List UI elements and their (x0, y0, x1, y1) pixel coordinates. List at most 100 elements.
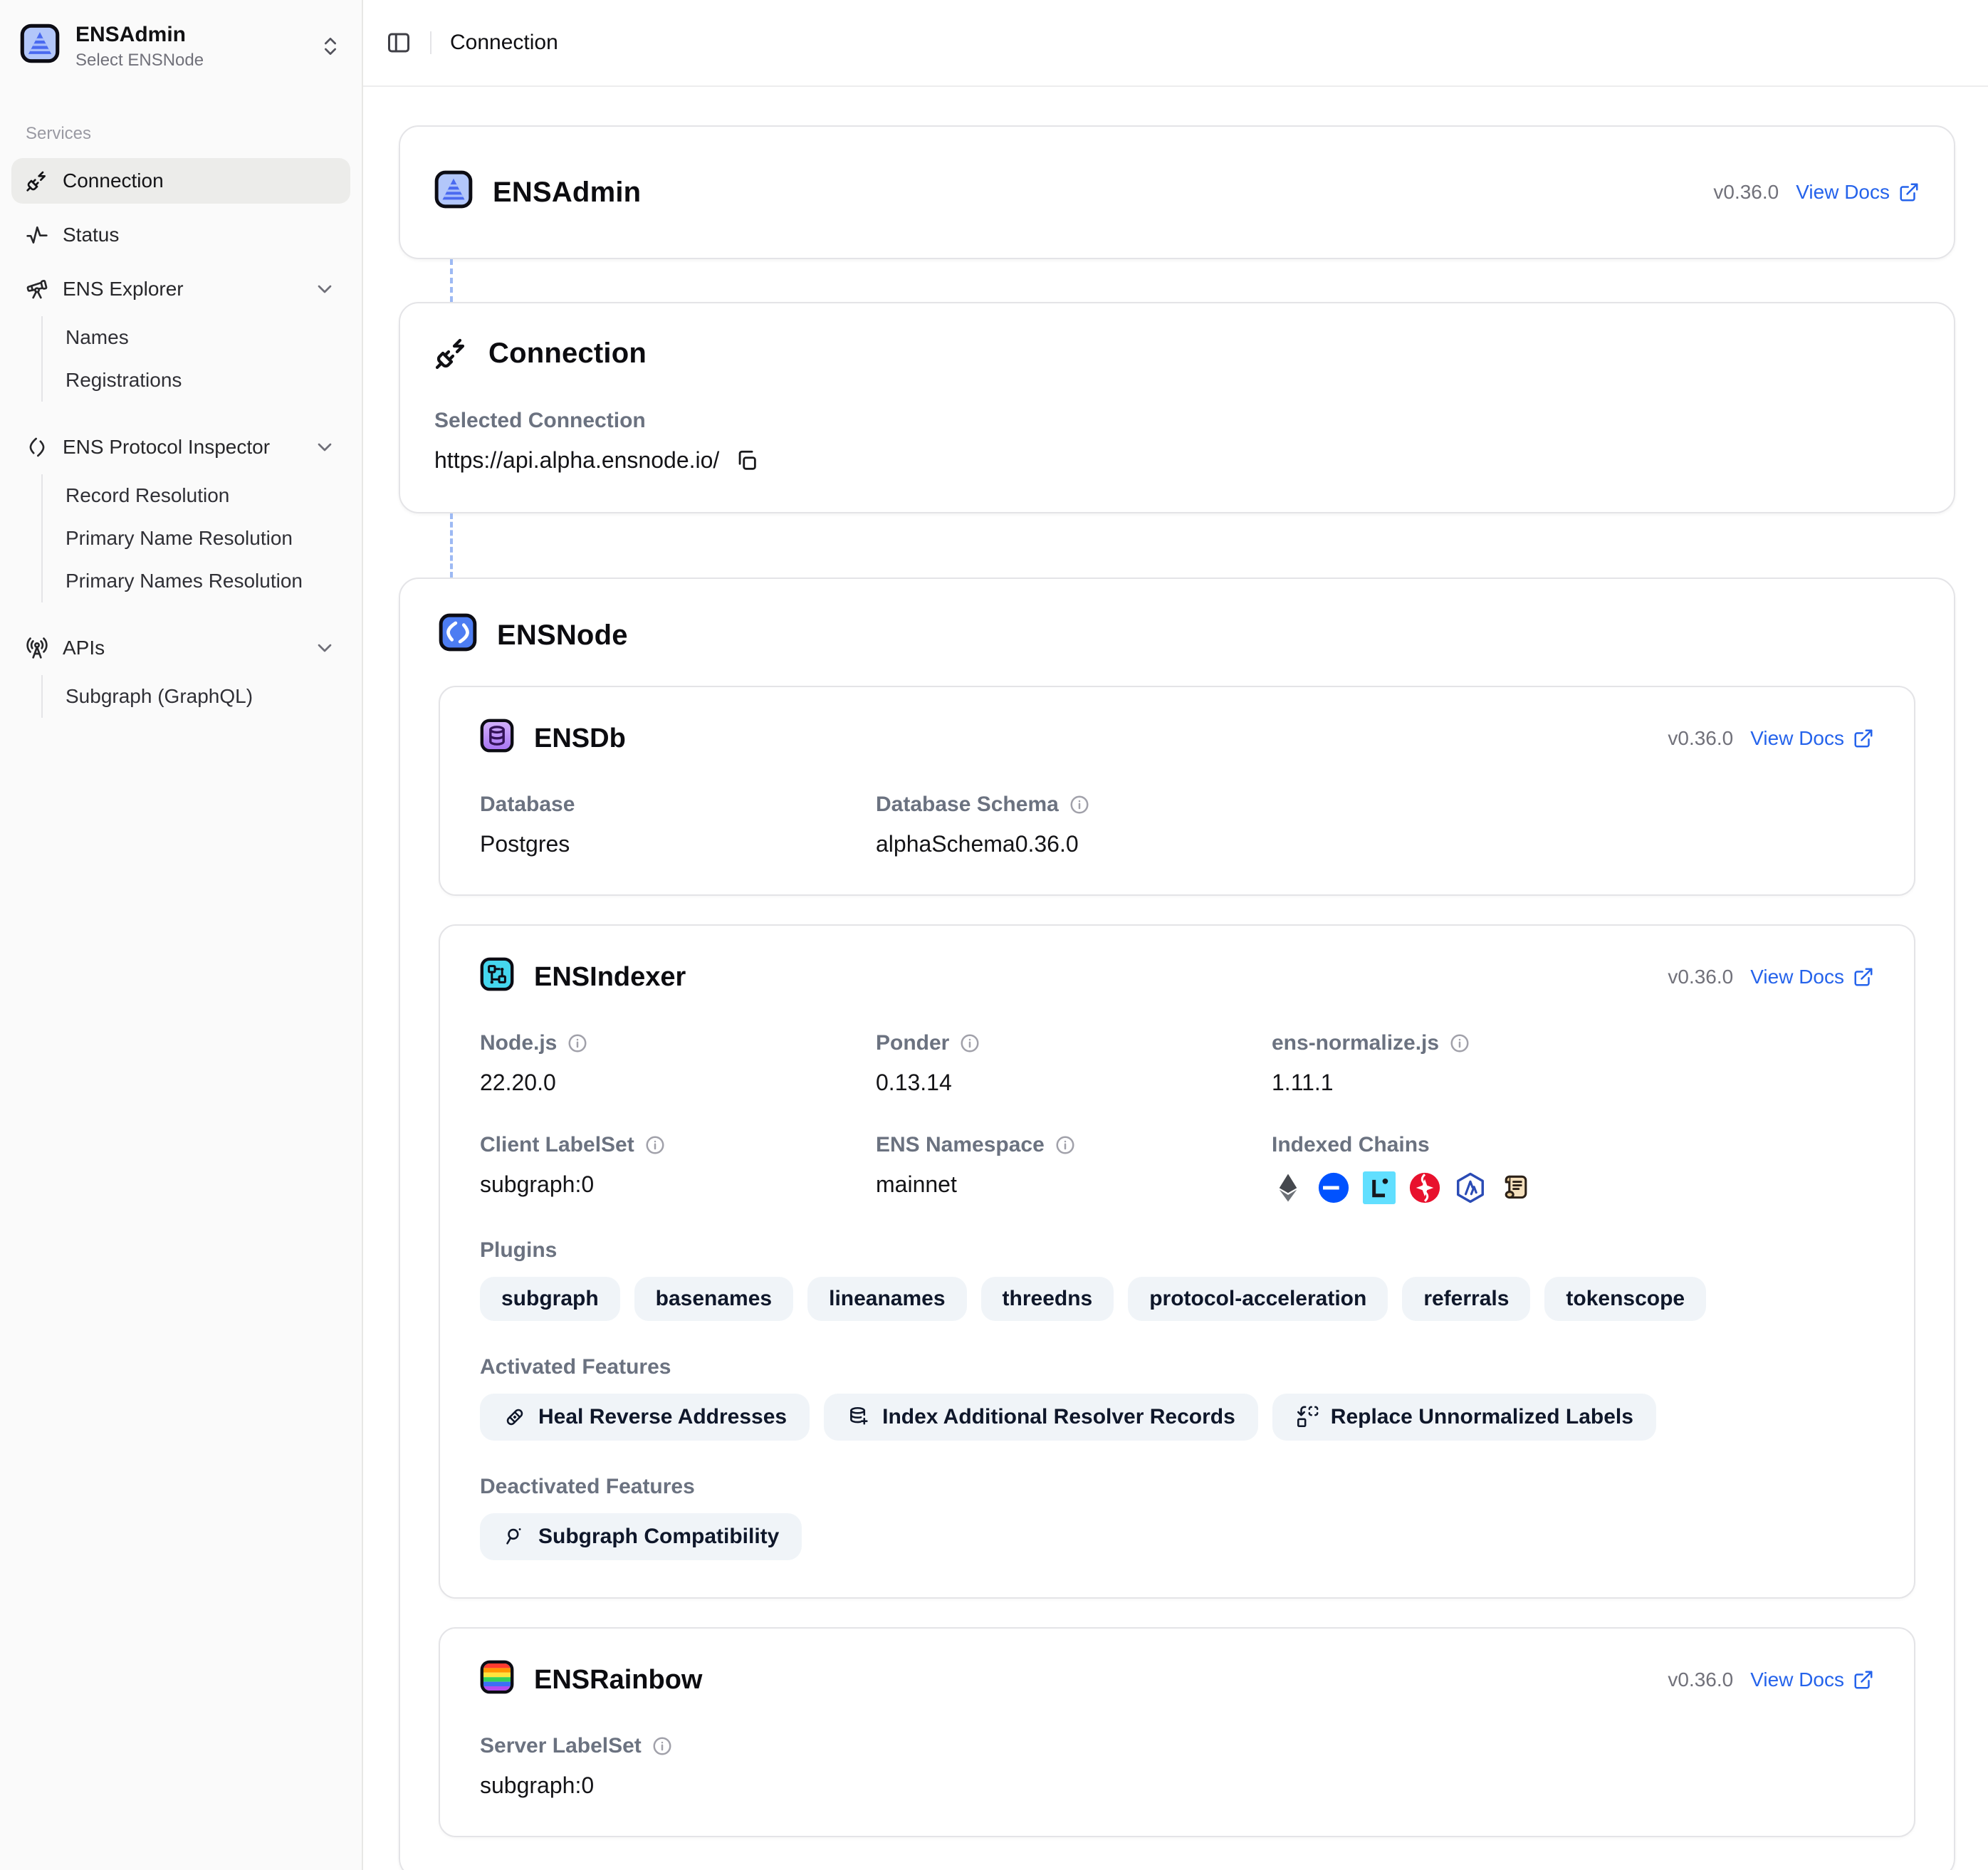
activated-features-label: Activated Features (480, 1355, 1874, 1379)
sidebar-item-subgraph-graphql[interactable]: Subgraph (GraphQL) (43, 675, 350, 718)
card-title: ENSRainbow (534, 1665, 702, 1696)
copy-url-button[interactable] (735, 449, 759, 473)
plugin-pill: protocol-acceleration (1128, 1277, 1388, 1321)
sidebar-item-connection[interactable]: Connection (11, 158, 350, 204)
view-docs-link[interactable]: View Docs (1750, 966, 1874, 988)
field-label: ENS Namespace (876, 1133, 1272, 1157)
card-connector-line (450, 259, 453, 302)
plugins-label: Plugins (480, 1238, 1874, 1263)
version-label: v0.36.0 (1668, 1668, 1733, 1691)
feature-pill-index-additional-resolver-records: Index Additional Resolver Records (824, 1394, 1258, 1441)
chevron-down-icon[interactable] (313, 637, 336, 659)
ensdb-card: ENSDb v0.36.0 View Docs Database P (439, 686, 1915, 896)
field-value: 1.11.1 (1272, 1070, 1874, 1096)
sidebar-item-primary-names-resolution[interactable]: Primary Names Resolution (43, 560, 350, 602)
view-docs-label: View Docs (1750, 966, 1844, 988)
view-docs-label: View Docs (1796, 181, 1890, 204)
ensindexer-logo-icon (480, 957, 514, 997)
sidebar-section-label: Services (11, 124, 350, 144)
ensnode-card: ENSNode (399, 578, 1955, 1870)
chevrons-up-down-icon[interactable] (319, 35, 342, 58)
ensadmin-card: ENSAdmin v0.36.0 View Docs (399, 125, 1955, 259)
ensdb-fields: Database Postgres Database Schema alphaS… (480, 793, 1874, 857)
sidebar-item-label: Status (63, 224, 119, 246)
field-database: Database Postgres (480, 793, 876, 857)
sidebar-item-label: APIs (63, 637, 105, 659)
field-server-labelset: Server LabelSet subgraph:0 (480, 1734, 876, 1799)
activated-features-pills: Heal Reverse Addresses In (480, 1394, 1874, 1441)
database-plus-icon (847, 1405, 871, 1429)
field-value: 22.20.0 (480, 1070, 876, 1096)
ensindexer-card-meta: v0.36.0 View Docs (1668, 966, 1874, 988)
ensadmin-card-titlerow: ENSAdmin (434, 170, 641, 214)
info-icon[interactable] (652, 1735, 673, 1757)
ethereum-chain-icon (1272, 1171, 1304, 1204)
indexed-chains-label: Indexed Chains (1272, 1133, 1874, 1157)
sidebar-group-connection: Connection (11, 158, 350, 204)
plugin-pill: tokenscope (1544, 1277, 1706, 1321)
linea-chain-icon (1363, 1171, 1396, 1204)
info-icon[interactable] (1449, 1033, 1470, 1054)
sidebar-sublist-explorer: Names Registrations (41, 316, 350, 402)
field-label: Client LabelSet (480, 1133, 876, 1157)
chevron-down-icon[interactable] (313, 436, 336, 459)
feature-pill-heal-reverse-addresses: Heal Reverse Addresses (480, 1394, 810, 1441)
plugin-pill: subgraph (480, 1277, 620, 1321)
info-icon[interactable] (567, 1033, 588, 1054)
sidebar-item-names[interactable]: Names (43, 316, 350, 359)
content: ENSAdmin v0.36.0 View Docs Conne (363, 87, 1988, 1870)
view-docs-link[interactable]: View Docs (1750, 1668, 1874, 1691)
ensadmin-card-meta: v0.36.0 View Docs (1713, 181, 1920, 204)
version-label: v0.36.0 (1668, 966, 1733, 988)
ensindexer-card: ENSIndexer v0.36.0 View Docs N (439, 924, 1915, 1599)
ensnode-switcher[interactable]: ENSAdmin Select ENSNode (11, 11, 350, 81)
sidebar: ENSAdmin Select ENSNode Services Connect… (0, 0, 363, 1870)
app-identity: ENSAdmin Select ENSNode (75, 21, 204, 71)
radio-tower-icon (26, 637, 48, 659)
info-icon[interactable] (1055, 1134, 1076, 1156)
card-title: ENSNode (497, 620, 628, 652)
info-icon[interactable] (1069, 794, 1090, 815)
field-nodejs: Node.js 22.20.0 (480, 1031, 876, 1096)
field-label-text: Database Schema (876, 793, 1059, 817)
connection-card: Connection Selected Connection https://a… (399, 302, 1955, 513)
plugin-pill: referrals (1402, 1277, 1530, 1321)
sidebar-item-apis[interactable]: APIs (11, 625, 350, 671)
topbar-divider (430, 31, 431, 54)
sidebar-item-ens-protocol-inspector[interactable]: ENS Protocol Inspector (11, 424, 350, 470)
sidebar-item-record-resolution[interactable]: Record Resolution (43, 474, 350, 517)
plugin-pill: lineanames (807, 1277, 966, 1321)
field-label: Node.js (480, 1031, 876, 1055)
field-label: Server LabelSet (480, 1734, 876, 1758)
sidebar-toggle-button[interactable] (386, 30, 412, 56)
sidebar-item-registrations[interactable]: Registrations (43, 359, 350, 402)
external-link-icon (1853, 728, 1874, 749)
field-value: mainnet (876, 1171, 1272, 1198)
unplug-icon (434, 336, 469, 370)
external-link-icon (1898, 182, 1920, 203)
app-subtitle: Select ENSNode (75, 50, 204, 71)
view-docs-link[interactable]: View Docs (1796, 181, 1920, 204)
ensadmin-logo-icon (20, 23, 60, 69)
view-docs-link[interactable]: View Docs (1750, 727, 1874, 750)
view-docs-label: View Docs (1750, 1668, 1844, 1691)
feature-pill-replace-unnormalized-labels: Replace Unnormalized Labels (1272, 1394, 1656, 1441)
info-icon[interactable] (644, 1134, 666, 1156)
card-title: ENSAdmin (493, 177, 641, 209)
info-icon[interactable] (959, 1033, 980, 1054)
ensdb-card-meta: v0.36.0 View Docs (1668, 727, 1874, 750)
feature-pill-subgraph-compatibility: Subgraph Compatibility (480, 1513, 802, 1560)
field-ens-namespace: ENS Namespace mainnet (876, 1133, 1272, 1204)
graph-icon (503, 1525, 527, 1549)
sidebar-item-ens-explorer[interactable]: ENS Explorer (11, 266, 350, 312)
replace-icon (1295, 1405, 1319, 1429)
field-indexed-chains: Indexed Chains (1272, 1133, 1874, 1204)
ensdb-logo-icon (480, 719, 514, 758)
sidebar-item-status[interactable]: Status (11, 212, 350, 258)
chevron-down-icon[interactable] (313, 278, 336, 301)
card-connector-line (450, 513, 453, 578)
feature-pill-label: Index Additional Resolver Records (882, 1405, 1235, 1429)
sidebar-item-primary-name-resolution[interactable]: Primary Name Resolution (43, 517, 350, 560)
plugins-section: Plugins subgraph basenames lineanames th… (480, 1238, 1874, 1321)
field-label-text: Node.js (480, 1031, 557, 1055)
